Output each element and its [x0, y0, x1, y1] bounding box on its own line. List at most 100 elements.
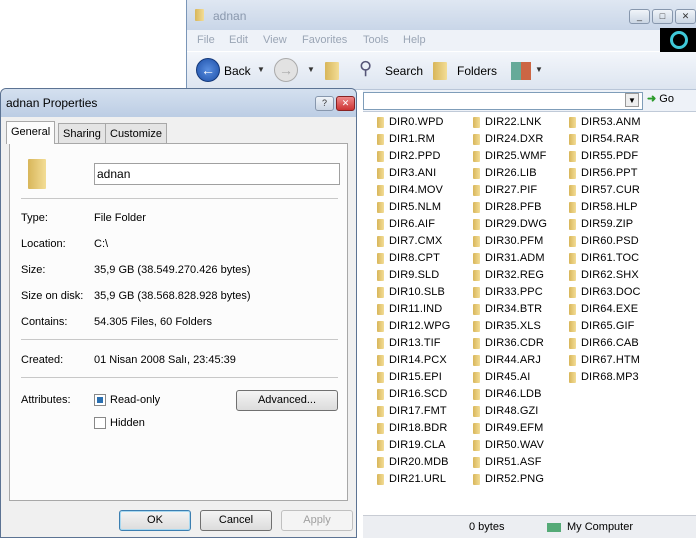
file-item[interactable]: DIR46.LDB [473, 386, 542, 402]
file-item[interactable]: DIR8.CPT [377, 250, 440, 266]
views-dropdown-icon[interactable]: ▼ [535, 65, 543, 74]
file-item[interactable]: DIR10.SLB [377, 284, 445, 300]
up-folder-icon[interactable] [325, 62, 339, 80]
forward-button[interactable]: → [274, 58, 298, 82]
tab-general[interactable]: General [6, 121, 56, 144]
file-item[interactable]: DIR67.HTM [569, 352, 640, 368]
file-item[interactable]: DIR58.HLP [569, 199, 638, 215]
file-item[interactable]: DIR3.ANI [377, 165, 436, 181]
file-item[interactable]: DIR33.PPC [473, 284, 543, 300]
file-item[interactable]: DIR44.ARJ [473, 352, 541, 368]
search-icon[interactable]: ⚲ [359, 58, 372, 79]
apply-button[interactable]: Apply [281, 510, 353, 531]
forward-dropdown-icon[interactable]: ▼ [307, 65, 315, 74]
menu-view[interactable]: View [263, 34, 287, 46]
windows-logo [660, 28, 696, 52]
file-item[interactable]: DIR18.BDR [377, 420, 447, 436]
file-item[interactable]: DIR2.PPD [377, 148, 441, 164]
file-item[interactable]: DIR56.PPT [569, 165, 638, 181]
tab-customize[interactable]: Customize [105, 123, 167, 144]
file-item[interactable]: DIR64.EXE [569, 301, 638, 317]
file-item[interactable]: DIR62.SHX [569, 267, 639, 283]
file-item[interactable]: DIR28.PFB [473, 199, 542, 215]
file-item[interactable]: DIR12.WPG [377, 318, 450, 334]
folders-button[interactable]: Folders [457, 64, 497, 78]
cancel-button[interactable]: Cancel [200, 510, 272, 531]
file-item[interactable]: DIR35.XLS [473, 318, 541, 334]
file-item[interactable]: DIR11.IND [377, 301, 442, 317]
back-arrow-icon[interactable]: ← [196, 58, 220, 82]
folder-icon [473, 218, 480, 230]
file-item[interactable]: DIR57.CUR [569, 182, 640, 198]
address-dropdown-icon[interactable]: ▼ [625, 93, 639, 107]
file-item[interactable]: DIR13.TIF [377, 335, 441, 351]
go-button[interactable]: ➜ Go [647, 92, 695, 110]
minimize-button[interactable]: _ [629, 9, 650, 24]
folders-icon[interactable] [433, 62, 447, 80]
menu-edit[interactable]: Edit [229, 34, 248, 46]
file-item[interactable]: DIR61.TOC [569, 250, 639, 266]
views-icon[interactable] [511, 62, 531, 80]
file-name: DIR0.WPD [389, 116, 444, 128]
file-item[interactable]: DIR68.MP3 [569, 369, 639, 385]
back-dropdown-icon[interactable]: ▼ [257, 65, 265, 74]
ok-button[interactable]: OK [119, 510, 191, 531]
search-button[interactable]: Search [385, 64, 423, 78]
file-item[interactable]: DIR25.WMF [473, 148, 546, 164]
file-item[interactable]: DIR59.ZIP [569, 216, 633, 232]
file-item[interactable]: DIR17.FMT [377, 403, 447, 419]
file-item[interactable]: DIR51.ASF [473, 454, 542, 470]
file-item[interactable]: DIR45.AI [473, 369, 530, 385]
file-item[interactable]: DIR65.GIF [569, 318, 634, 334]
file-item[interactable]: DIR4.MOV [377, 182, 443, 198]
address-input[interactable] [363, 92, 643, 110]
file-item[interactable]: DIR27.PIF [473, 182, 537, 198]
file-item[interactable]: DIR21.URL [377, 471, 446, 487]
file-item[interactable]: DIR20.MDB [377, 454, 449, 470]
file-item[interactable]: DIR6.AIF [377, 216, 435, 232]
file-item[interactable]: DIR31.ADM [473, 250, 545, 266]
file-item[interactable]: DIR7.CMX [377, 233, 442, 249]
file-item[interactable]: DIR29.DWG [473, 216, 547, 232]
file-item[interactable]: DIR54.RAR [569, 131, 639, 147]
back-button[interactable]: Back [224, 64, 251, 78]
close-button[interactable]: ✕ [675, 9, 696, 24]
menu-help[interactable]: Help [403, 34, 426, 46]
file-item[interactable]: DIR66.CAB [569, 335, 639, 351]
file-item[interactable]: DIR52.PNG [473, 471, 544, 487]
file-item[interactable]: DIR32.REG [473, 267, 544, 283]
tab-sharing[interactable]: Sharing [58, 123, 106, 144]
dialog-close-button[interactable]: ✕ [336, 96, 355, 111]
file-item[interactable]: DIR34.BTR [473, 301, 542, 317]
hidden-checkbox[interactable] [94, 417, 106, 429]
menu-tools[interactable]: Tools [363, 34, 389, 46]
file-item[interactable]: DIR60.PSD [569, 233, 639, 249]
file-item[interactable]: DIR0.WPD [377, 114, 444, 130]
file-item[interactable]: DIR63.DOC [569, 284, 641, 300]
readonly-checkbox[interactable] [94, 394, 106, 406]
maximize-button[interactable]: □ [652, 9, 673, 24]
file-item[interactable]: DIR5.NLM [377, 199, 441, 215]
file-item[interactable]: DIR16.SCD [377, 386, 447, 402]
file-item[interactable]: DIR55.PDF [569, 148, 638, 164]
file-item[interactable]: DIR15.EPI [377, 369, 442, 385]
advanced-button[interactable]: Advanced... [236, 390, 338, 411]
file-item[interactable]: DIR49.EFM [473, 420, 543, 436]
menu-favorites[interactable]: Favorites [302, 34, 347, 46]
file-item[interactable]: DIR26.LIB [473, 165, 537, 181]
file-item[interactable]: DIR36.CDR [473, 335, 544, 351]
file-item[interactable]: DIR48.GZI [473, 403, 538, 419]
file-item[interactable]: DIR30.PFM [473, 233, 543, 249]
file-item[interactable]: DIR53.ANM [569, 114, 641, 130]
menu-file[interactable]: File [197, 34, 215, 46]
file-item[interactable]: DIR24.DXR [473, 131, 543, 147]
file-item[interactable]: DIR19.CLA [377, 437, 446, 453]
file-item[interactable]: DIR1.RM [377, 131, 435, 147]
file-item[interactable]: DIR9.SLD [377, 267, 439, 283]
help-button[interactable]: ? [315, 96, 334, 111]
file-name: DIR59.ZIP [581, 218, 634, 230]
file-item[interactable]: DIR14.PCX [377, 352, 447, 368]
folder-name-input[interactable]: adnan [94, 163, 340, 185]
file-item[interactable]: DIR22.LNK [473, 114, 542, 130]
file-item[interactable]: DIR50.WAV [473, 437, 544, 453]
